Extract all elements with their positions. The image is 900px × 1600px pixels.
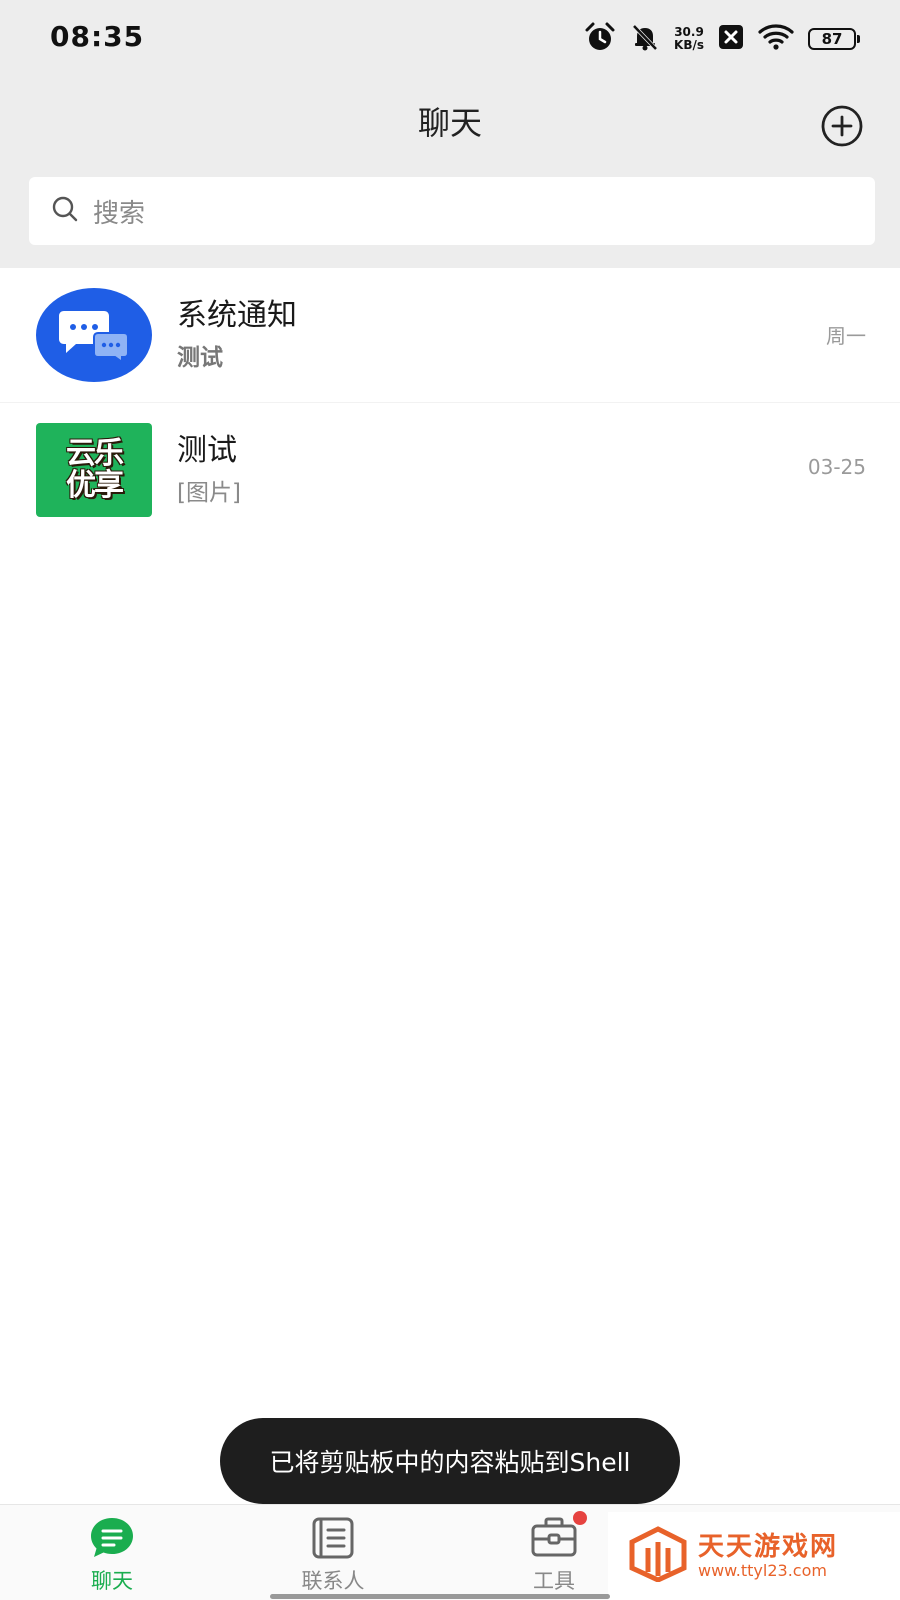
logo-line-2: 优享 xyxy=(66,468,124,503)
search-input[interactable]: 搜索 xyxy=(29,177,875,245)
tab-label: 工具 xyxy=(533,1569,575,1593)
tab-chat[interactable]: 聊天 xyxy=(22,1505,202,1600)
sim-x-icon xyxy=(718,24,744,54)
avatar xyxy=(36,288,152,382)
alarm-icon xyxy=(584,21,616,57)
wifi-icon xyxy=(758,23,794,55)
chat-icon xyxy=(89,1515,135,1561)
watermark-text: 天天游戏网 www.ttyl23.com xyxy=(698,1532,838,1580)
watermark-url: www.ttyl23.com xyxy=(698,1561,827,1580)
top-area: 08:35 30.9 KB/s 87 聊天 搜索 xyxy=(0,0,900,268)
tab-label: 聊天 xyxy=(91,1569,133,1593)
home-indicator xyxy=(270,1594,610,1599)
toolbox-icon xyxy=(531,1511,587,1561)
tab-label: 联系人 xyxy=(301,1569,365,1593)
chat-name: 系统通知 xyxy=(177,298,297,333)
status-time: 08:35 xyxy=(50,20,145,53)
chat-preview: [图片] xyxy=(177,480,241,506)
chat-time: 周一 xyxy=(826,324,866,348)
mute-bell-icon xyxy=(630,22,660,56)
contacts-icon xyxy=(310,1515,356,1561)
net-speed: 30.9 KB/s xyxy=(674,26,704,52)
toast-message: 已将剪贴板中的内容粘贴到Shell xyxy=(269,1448,631,1477)
status-icons: 30.9 KB/s 87 xyxy=(584,22,860,56)
tab-contacts[interactable]: 联系人 xyxy=(243,1505,423,1600)
chat-item-test[interactable]: 云乐 优享 测试 [图片] 03-25 xyxy=(0,402,900,536)
avatar: 云乐 优享 xyxy=(36,423,152,517)
add-button[interactable] xyxy=(820,104,864,148)
toast: 已将剪贴板中的内容粘贴到Shell xyxy=(220,1418,680,1504)
chat-time: 03-25 xyxy=(807,455,866,479)
chat-bubbles-icon xyxy=(36,288,152,382)
battery-level: 87 xyxy=(808,28,856,50)
watermark-name: 天天游戏网 xyxy=(698,1532,839,1562)
chat-item-system-notice[interactable]: 系统通知 测试 周一 xyxy=(0,268,900,402)
app-logo: 云乐 优享 xyxy=(36,423,152,517)
search-icon xyxy=(51,195,79,227)
status-bar: 08:35 30.9 KB/s 87 xyxy=(0,0,900,78)
battery-tip xyxy=(857,35,860,43)
page-title: 聊天 xyxy=(417,104,482,142)
search-placeholder: 搜索 xyxy=(93,198,146,229)
chat-list: 系统通知 测试 周一 云乐 优享 测试 [图片] 03-25 xyxy=(0,268,900,536)
net-speed-unit: KB/s xyxy=(674,38,704,52)
chat-name: 测试 xyxy=(177,433,237,468)
tools-badge xyxy=(573,1511,587,1525)
battery-icon: 87 xyxy=(808,28,860,50)
plus-circle-icon xyxy=(821,105,863,147)
watermark: 天天游戏网 www.ttyl23.com xyxy=(608,1512,900,1600)
chat-preview: 测试 xyxy=(177,345,223,371)
watermark-logo-icon xyxy=(628,1526,688,1586)
logo-line-1: 云乐 xyxy=(66,436,124,471)
